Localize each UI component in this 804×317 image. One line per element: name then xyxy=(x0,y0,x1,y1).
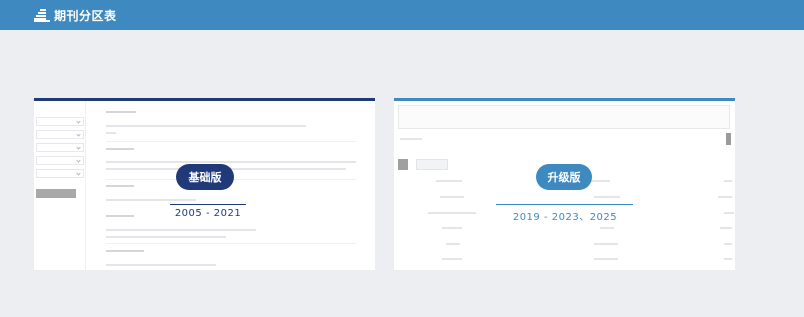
basic-year-range: 2005 - 2021 xyxy=(174,208,242,219)
basic-year-divider xyxy=(170,204,246,205)
pro-year-divider xyxy=(496,204,633,205)
pro-version-button[interactable]: 升级版 xyxy=(536,164,592,190)
page-title: 期刊分区表 xyxy=(54,8,117,23)
stacked-bars-icon xyxy=(34,8,50,22)
basic-version-button[interactable]: 基础版 xyxy=(176,164,234,190)
basic-version-card[interactable]: 基础版 2005 - 2021 xyxy=(34,98,375,270)
pro-year-range: 2019 - 2023、2025 xyxy=(512,212,618,223)
app-header: 期刊分区表 xyxy=(0,0,804,30)
pro-version-card[interactable]: 升级版 2019 - 2023、2025 xyxy=(394,98,735,270)
